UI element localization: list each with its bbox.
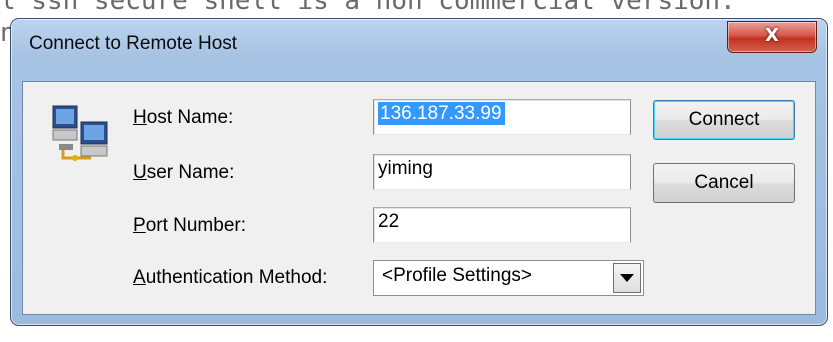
auth-method-label: Authentication Method:	[133, 267, 327, 289]
host-name-label-text: ost Name:	[146, 107, 234, 128]
auth-method-label-accel: A	[133, 267, 146, 288]
networked-computers-icon	[52, 105, 108, 161]
user-name-input[interactable]: yiming	[373, 154, 631, 190]
dialog-body: Host Name: User Name: Port Number: Authe…	[22, 81, 816, 315]
host-name-input[interactable]: 136.187.33.99	[373, 99, 631, 135]
host-name-label: Host Name:	[133, 107, 233, 129]
host-name-label-accel: H	[133, 107, 147, 128]
user-name-label: User Name:	[133, 162, 234, 184]
close-button[interactable]: X	[727, 21, 817, 53]
user-name-label-text: ser Name:	[146, 162, 235, 183]
background-terminal-text: l ssh secure shell is a non commercial v…	[0, 0, 736, 16]
port-number-label: Port Number:	[133, 215, 246, 237]
port-number-input[interactable]: 22	[373, 207, 631, 243]
cancel-button[interactable]: Cancel	[653, 163, 795, 203]
connect-button[interactable]: Connect	[653, 100, 795, 140]
host-name-value: 136.187.33.99	[378, 102, 505, 125]
connect-dialog: Connect to Remote Host X Host Name: User…	[10, 18, 828, 326]
auth-method-value: <Profile Settings>	[382, 265, 532, 286]
auth-method-label-text: uthentication Method:	[145, 267, 328, 288]
port-number-label-text: ort Number:	[145, 215, 246, 236]
chevron-down-icon[interactable]	[613, 263, 641, 293]
auth-method-select[interactable]: <Profile Settings>	[373, 260, 644, 296]
dialog-title: Connect to Remote Host	[29, 33, 238, 54]
close-icon: X	[765, 25, 779, 46]
user-name-label-accel: U	[133, 162, 147, 183]
port-number-label-accel: P	[133, 215, 146, 236]
